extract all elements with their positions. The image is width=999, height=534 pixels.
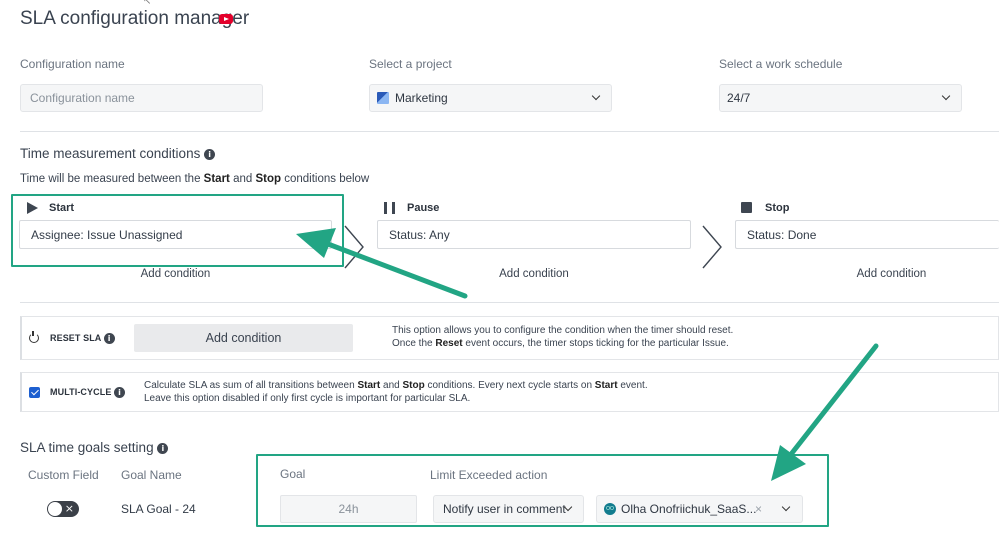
divider bbox=[20, 302, 999, 303]
project-value: Marketing bbox=[395, 91, 448, 105]
reset-sla-label: RESET SLA i bbox=[50, 333, 115, 345]
chevron-right-icon bbox=[702, 225, 722, 269]
desc-start: Start bbox=[357, 380, 381, 391]
page-title: SLA configuration manager bbox=[20, 8, 249, 30]
stop-condition[interactable]: Status: Done bbox=[735, 220, 999, 249]
desc-stop: Stop bbox=[402, 380, 425, 391]
youtube-icon[interactable] bbox=[219, 14, 233, 24]
time-conditions-title: Time measurement conditions i bbox=[20, 146, 216, 161]
reset-description-line: This option allows you to configure the … bbox=[392, 325, 734, 336]
pause-add-condition-button[interactable]: Add condition bbox=[377, 268, 691, 280]
power-icon bbox=[29, 331, 39, 343]
desc-text: conditions below bbox=[281, 173, 370, 185]
desc-stop: Stop bbox=[255, 173, 282, 185]
reset-add-condition-button[interactable]: Add condition bbox=[134, 324, 353, 352]
custom-field-header: Custom Field bbox=[28, 468, 99, 482]
reset-description-line: Once the Reset event occurs, the timer s… bbox=[392, 338, 733, 351]
goals-title-text: SLA time goals setting bbox=[20, 440, 154, 455]
reset-description: This option allows you to configure the … bbox=[392, 325, 733, 350]
time-conditions-title-text: Time measurement conditions bbox=[20, 146, 201, 161]
toggle-knob bbox=[48, 502, 62, 516]
pause-label: Pause bbox=[407, 202, 440, 214]
desc-text: conditions. Every next cycle starts on bbox=[424, 380, 595, 391]
configuration-name-input[interactable]: Configuration name bbox=[20, 84, 263, 112]
configuration-name-label: Configuration name bbox=[20, 57, 125, 71]
desc-text: event. bbox=[617, 380, 648, 391]
info-icon[interactable]: i bbox=[157, 442, 169, 454]
work-schedule-value: 24/7 bbox=[727, 91, 751, 105]
chevron-right-icon bbox=[344, 225, 364, 269]
desc-start: Start bbox=[203, 173, 230, 185]
desc-start: Start bbox=[594, 380, 618, 391]
chevron-down-icon bbox=[941, 91, 951, 101]
desc-reset: Reset bbox=[435, 337, 463, 349]
page-title-text: SLA configuration manager bbox=[20, 8, 250, 29]
divider bbox=[20, 131, 999, 132]
project-select[interactable]: Marketing bbox=[369, 84, 612, 112]
stop-label: Stop bbox=[765, 202, 790, 214]
start-add-condition-button[interactable]: Add condition bbox=[19, 268, 332, 280]
goal-name: SLA Goal - 24 bbox=[121, 502, 196, 516]
desc-text: Once the bbox=[392, 337, 436, 349]
stop-icon bbox=[741, 202, 752, 213]
multi-cycle-description-line: Calculate SLA as sum of all transitions … bbox=[144, 379, 648, 392]
desc-text: and bbox=[380, 380, 403, 391]
multi-cycle-description: Calculate SLA as sum of all transitions … bbox=[144, 379, 648, 405]
desc-text: and bbox=[229, 173, 256, 185]
multi-cycle-description-line: Leave this option disabled if only first… bbox=[144, 393, 471, 404]
info-icon[interactable]: i bbox=[204, 148, 216, 160]
pause-condition[interactable]: Status: Any bbox=[377, 220, 691, 249]
reset-sla-label-text: RESET SLA bbox=[50, 333, 102, 343]
info-icon[interactable]: i bbox=[114, 387, 126, 399]
info-icon[interactable]: i bbox=[103, 333, 115, 345]
goal-name-header: Goal Name bbox=[121, 468, 182, 482]
project-icon bbox=[377, 92, 389, 104]
project-label: Select a project bbox=[369, 57, 452, 71]
multi-cycle-label-text: MULTI-CYCLE bbox=[50, 387, 112, 397]
pause-icon bbox=[384, 202, 395, 214]
custom-field-toggle[interactable]: × bbox=[47, 501, 79, 517]
annotation-highlight-goals bbox=[256, 454, 829, 527]
goals-title: SLA time goals setting i bbox=[20, 440, 169, 455]
close-icon: × bbox=[64, 502, 74, 515]
desc-text: event occurs, the timer stops ticking fo… bbox=[462, 337, 729, 349]
annotation-highlight-start bbox=[11, 194, 344, 267]
work-schedule-label: Select a work schedule bbox=[719, 57, 843, 71]
stop-add-condition-button[interactable]: Add condition bbox=[735, 268, 999, 280]
work-schedule-select[interactable]: 24/7 bbox=[719, 84, 962, 112]
time-conditions-description: Time will be measured between the Start … bbox=[20, 173, 369, 185]
mouse-cursor-icon: ↖ bbox=[143, 0, 152, 7]
desc-text: Calculate SLA as sum of all transitions … bbox=[144, 380, 358, 391]
chevron-down-icon bbox=[591, 91, 601, 101]
multi-cycle-label: MULTI-CYCLE i bbox=[50, 387, 126, 399]
desc-text: Time will be measured between the bbox=[20, 173, 204, 185]
multi-cycle-checkbox[interactable] bbox=[29, 387, 40, 398]
